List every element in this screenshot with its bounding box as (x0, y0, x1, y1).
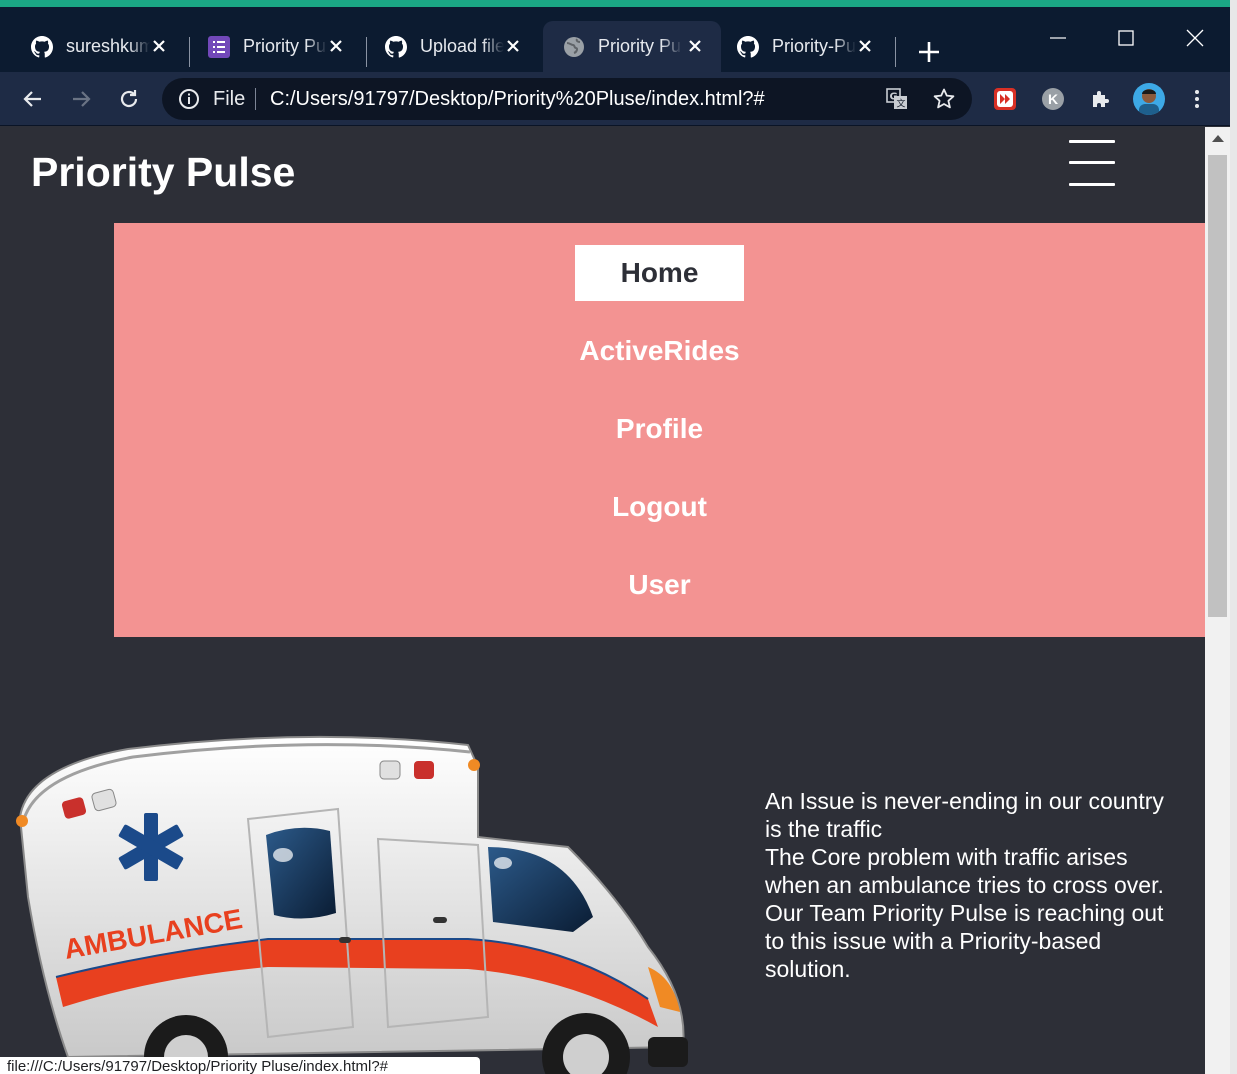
tab-upload-files[interactable]: Upload files (354, 21, 539, 72)
nav-item-profile[interactable]: Profile (575, 401, 744, 457)
close-icon[interactable] (853, 34, 877, 58)
background-window-edge (1230, 0, 1237, 1074)
maximize-button[interactable] (1104, 21, 1148, 55)
hamburger-bar (1069, 140, 1115, 143)
tab-strip: sureshkumar Priority Pulse Upload files … (0, 7, 1230, 72)
extensions-puzzle-icon[interactable] (1089, 87, 1113, 111)
github-icon (384, 35, 408, 59)
hamburger-bar (1069, 183, 1115, 186)
tab-title: Upload files (420, 36, 504, 56)
github-icon (30, 35, 54, 59)
scheme-label: File (213, 88, 246, 110)
ambulance-image: AMBULANCE (16, 735, 688, 1074)
close-icon[interactable] (501, 34, 525, 58)
nav-menu-panel: Home ActiveRides Profile Logout User (114, 223, 1205, 637)
profile-k-avatar[interactable]: K (1041, 87, 1065, 111)
hamburger-bar (1069, 161, 1115, 164)
status-bar-url: file:///C:/Users/91797/Desktop/Priority … (0, 1057, 480, 1074)
browser-toolbar: File C:/Users/91797/Desktop/Priority%20P… (0, 72, 1230, 126)
url-text[interactable]: C:/Users/91797/Desktop/Priority%20Pluse/… (270, 88, 765, 111)
close-icon (1186, 29, 1204, 47)
vertical-scrollbar[interactable] (1205, 127, 1230, 1074)
plus-icon (919, 42, 939, 62)
hero-line-2: The Core problem with traffic arises whe… (765, 844, 1164, 898)
page-viewport: Priority Pulse Home ActiveRides Profile … (0, 127, 1205, 1074)
close-icon[interactable] (324, 34, 348, 58)
close-window-button[interactable] (1173, 21, 1217, 55)
minimize-button[interactable] (1036, 21, 1080, 55)
browser-menu-icon[interactable] (1185, 87, 1209, 111)
scroll-up-arrow-icon[interactable] (1212, 135, 1224, 142)
reload-button[interactable] (114, 84, 144, 114)
forward-button[interactable] (66, 84, 96, 114)
address-bar[interactable]: File C:/Users/91797/Desktop/Priority%20P… (162, 78, 972, 120)
tab-title: Priority-Pulse (772, 36, 856, 56)
tab-title: sureshkumar (66, 36, 150, 56)
github-icon (736, 35, 760, 59)
info-icon[interactable] (178, 88, 200, 110)
hero-line-3: Our Team Priority Pulse is reaching out … (765, 900, 1164, 982)
arrow-left-icon (23, 91, 41, 107)
omnibox-divider (255, 88, 256, 110)
forms-icon (207, 35, 231, 59)
profile-initial: K (1048, 91, 1058, 107)
site-title[interactable]: Priority Pulse (31, 149, 295, 196)
reload-icon (120, 90, 138, 108)
back-button[interactable] (18, 84, 48, 114)
tab-priority-pulse-repo[interactable]: Priority-Pulse (706, 21, 891, 72)
tab-github-profile[interactable]: sureshkumar (0, 21, 185, 72)
scroll-thumb[interactable] (1208, 155, 1227, 617)
tab-title: Priority Pulse (243, 36, 327, 56)
translate-icon[interactable]: G文 (886, 88, 908, 110)
browser-window: sureshkumar Priority Pulse Upload files … (0, 0, 1237, 1074)
hero-line-1: An Issue is never-ending in our country … (765, 788, 1164, 842)
nav-item-home[interactable]: Home (575, 245, 744, 301)
maximize-icon (1118, 30, 1134, 46)
user-avatar[interactable] (1132, 82, 1166, 116)
minimize-icon (1050, 37, 1066, 39)
close-icon[interactable] (147, 34, 171, 58)
extension-red-icon[interactable] (993, 87, 1017, 111)
arrow-right-icon (73, 91, 91, 107)
tab-separator (895, 37, 896, 67)
tab-priority-pulse-active[interactable]: Priority Pulse (543, 21, 721, 72)
bookmark-star-icon[interactable] (932, 87, 956, 111)
hero-description: An Issue is never-ending in our country … (765, 787, 1170, 983)
new-tab-button[interactable] (915, 38, 943, 66)
tab-priority-pulse-form[interactable]: Priority Pulse (177, 21, 362, 72)
svg-text:文: 文 (897, 98, 906, 110)
window-accent-strip (0, 0, 1237, 7)
nav-item-activerides[interactable]: ActiveRides (575, 323, 744, 379)
close-icon[interactable] (683, 34, 707, 58)
tab-title: Priority Pulse (598, 36, 682, 56)
nav-item-logout[interactable]: Logout (575, 479, 744, 535)
globe-icon (562, 35, 586, 59)
hamburger-menu-button[interactable] (1069, 140, 1115, 188)
nav-item-user[interactable]: User (575, 557, 744, 613)
